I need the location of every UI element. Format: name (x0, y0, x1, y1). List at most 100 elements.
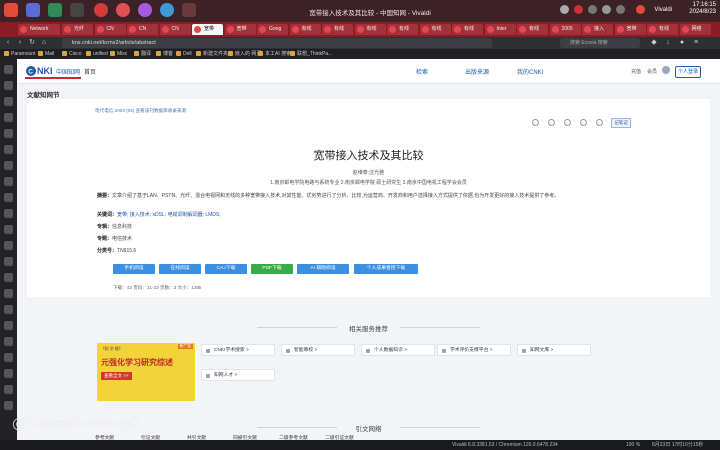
panel-icon-9[interactable] (4, 209, 13, 218)
app-icon-8[interactable] (182, 3, 196, 17)
back-icon[interactable]: ‹ (4, 39, 12, 47)
tab-11[interactable]: 有线 (387, 24, 418, 35)
promo-banner[interactable]: 《知·学·搜》 新广告 元强化学习研究综述 查看全文 >> (97, 343, 195, 401)
vivaldi-app-icon[interactable] (4, 3, 18, 17)
bell-icon[interactable] (596, 119, 603, 126)
service-link-5[interactable]: 知网人才 > (201, 369, 275, 381)
panel-icon-10[interactable] (4, 225, 13, 234)
app-icon-3[interactable] (70, 3, 84, 17)
bookmark-7[interactable]: Dell (176, 50, 192, 58)
journal-source[interactable]: 现代电信 2003 (05) 查看该刊数据库收录来源 (95, 108, 186, 114)
keywords-text[interactable]: 宽带; 接入技术; xDSL; 电缆调制解调器; LMDS; (117, 212, 221, 218)
download-icon[interactable]: ↓ (664, 39, 672, 47)
forward-icon[interactable]: › (16, 39, 24, 47)
tab-7[interactable]: Goog (257, 24, 288, 35)
bookmark-2[interactable]: Cisco (62, 50, 82, 58)
avatar[interactable] (662, 66, 670, 74)
url-input[interactable]: kns.cnki.net/kcms2/article/abstract (62, 38, 492, 48)
status-zoom[interactable]: 100 % (626, 440, 640, 450)
service-link-1[interactable]: 智能审校 > (281, 344, 355, 356)
extension-icon[interactable]: ◆ (650, 39, 658, 47)
bookmark-6[interactable]: 博客 (156, 50, 173, 58)
tab-10[interactable]: 有线 (354, 24, 386, 35)
app-icon-2[interactable] (48, 3, 62, 17)
star-icon[interactable] (548, 119, 555, 126)
panel-icon-18[interactable] (4, 353, 13, 362)
tab-1[interactable]: 光纤 (62, 24, 93, 35)
tab-17[interactable]: 接入 (582, 24, 613, 35)
panel-icon-15[interactable] (4, 305, 13, 314)
tab-9[interactable]: 有线 (322, 24, 353, 35)
panel-icon-11[interactable] (4, 241, 13, 250)
tab-13[interactable]: 有线 (452, 24, 483, 35)
recharge-link[interactable]: 充值 (631, 68, 641, 75)
tray-icon-1[interactable] (560, 5, 569, 14)
reload-icon[interactable]: ↻ (28, 39, 36, 47)
home-icon[interactable]: ⌂ (40, 39, 48, 47)
panel-icon-2[interactable] (4, 97, 13, 106)
download-button-1[interactable]: 在线阅读 (159, 264, 201, 274)
app-icon-6[interactable] (138, 3, 152, 17)
bookmark-9[interactable]: 嵌入的 网页 (228, 50, 261, 58)
tab-8[interactable]: 有线 (289, 24, 321, 35)
note-button[interactable]: 记笔记 (611, 118, 631, 128)
download-button-3[interactable]: PDF下载 (251, 264, 293, 274)
panel-icon-12[interactable] (4, 257, 13, 266)
bookmark-8[interactable]: 新建文件夹 (196, 50, 228, 58)
bookmark-0[interactable]: Paramount (4, 50, 35, 58)
service-link-4[interactable]: 知网文库 > (517, 344, 591, 356)
tab-15[interactable]: 有线 (517, 24, 548, 35)
bookmark-1[interactable]: Mail (38, 50, 54, 58)
cnki-logo[interactable]: C NKI 中国知网 (25, 64, 81, 82)
download-button-4[interactable]: AI 辅助阅读 (297, 264, 349, 274)
article-affiliations[interactable]: 1.南京邮电学院电路与系统专业 2.南京邮电学院 硕士研究生 3.南京中国电机工… (27, 179, 710, 186)
home-link[interactable]: 首页 (84, 67, 96, 76)
tab-2[interactable]: CN (94, 24, 126, 35)
tab-5[interactable]: 宽带 (192, 24, 223, 35)
download-button-5[interactable]: 个人成果者授下载 (354, 264, 418, 274)
tab-0[interactable]: Network (18, 24, 60, 35)
tray-icon-5[interactable] (616, 5, 625, 14)
bookmark-3[interactable]: unified (86, 50, 108, 58)
download-button-2[interactable]: CAJ下载 (205, 264, 247, 274)
tab-16[interactable]: 2005 (549, 24, 581, 35)
panel-icon-13[interactable] (4, 273, 13, 282)
login-button[interactable]: 个人登录 (675, 66, 701, 78)
app-icon-4[interactable] (94, 3, 108, 17)
search-input[interactable]: 搜索 Ecosia 搜索 (560, 38, 640, 48)
bookmark-10[interactable]: 本工AI 搜索 (258, 50, 291, 58)
bookmark-11[interactable]: 联想_ThinkPa... (290, 50, 332, 58)
panel-icon-1[interactable] (4, 81, 13, 90)
panel-icon-0[interactable] (4, 65, 13, 74)
share-icon[interactable] (564, 119, 571, 126)
tray-icon-4[interactable] (602, 5, 611, 14)
tab-3[interactable]: CN (127, 24, 158, 35)
bookmark-4[interactable]: Misc (110, 50, 127, 58)
panel-icon-4[interactable] (4, 129, 13, 138)
tray-icon-3[interactable] (588, 5, 597, 14)
nav-search[interactable]: 检索 (416, 67, 428, 76)
profile-icon[interactable]: ● (678, 39, 686, 47)
panel-icon-14[interactable] (4, 289, 13, 298)
service-link-2[interactable]: 个人数据知识 > (361, 344, 435, 356)
panel-icon-20[interactable] (4, 385, 13, 394)
nav-sources[interactable]: 出版来源 (465, 67, 489, 76)
panel-icon-16[interactable] (4, 321, 13, 330)
panel-icon-3[interactable] (4, 113, 13, 122)
panel-icon-6[interactable] (4, 161, 13, 170)
panel-icon-17[interactable] (4, 337, 13, 346)
app-icon-1[interactable] (26, 3, 40, 17)
tray-icon-2[interactable] (574, 5, 583, 14)
tab-18[interactable]: 宽带 (614, 24, 646, 35)
tab-20[interactable]: 网络 (679, 24, 711, 35)
tab-19[interactable]: 有线 (647, 24, 678, 35)
article-authors[interactable]: 赵维泰;沈光雅 (27, 169, 710, 176)
service-link-0[interactable]: CNKI学术搜索 > (201, 344, 275, 356)
bookmark-5[interactable]: 翻译 (134, 50, 151, 58)
tab-4[interactable]: CN (159, 24, 191, 35)
member-link[interactable]: 会员 (647, 68, 657, 75)
service-link-3[interactable]: 学术评价支撑平台 > (437, 344, 511, 356)
panel-icon-5[interactable] (4, 145, 13, 154)
panel-icon-19[interactable] (4, 369, 13, 378)
menu-icon[interactable]: ≡ (692, 39, 700, 47)
